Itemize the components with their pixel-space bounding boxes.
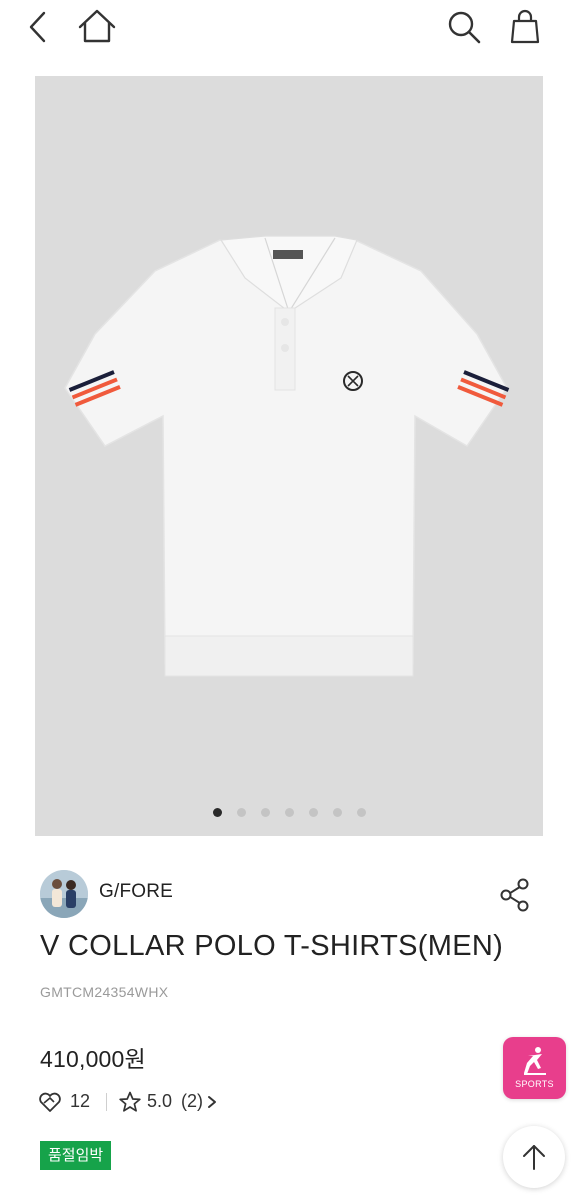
- arrow-up-icon: [523, 1145, 545, 1170]
- gallery-dot[interactable]: [261, 808, 270, 817]
- shopping-bag-icon[interactable]: [506, 8, 544, 46]
- gallery-dot[interactable]: [309, 808, 318, 817]
- sports-floating-button[interactable]: SPORTS: [503, 1037, 566, 1099]
- product-price: 410,000원: [40, 1046, 146, 1072]
- scroll-to-top-button[interactable]: [503, 1126, 565, 1188]
- product-image: [64, 235, 510, 677]
- sports-icon: [524, 1047, 546, 1075]
- product-code: GMTCM24354WHX: [40, 984, 169, 1000]
- brand-name[interactable]: G/FORE: [99, 881, 173, 903]
- gallery-dot[interactable]: [237, 808, 246, 817]
- chevron-right-icon: [207, 1095, 217, 1109]
- gallery-pagination: [0, 808, 577, 820]
- gallery-dot[interactable]: [213, 808, 222, 817]
- brand-avatar[interactable]: [40, 870, 88, 918]
- back-arrow-icon[interactable]: [24, 10, 56, 44]
- review-count: (2): [181, 1091, 203, 1111]
- share-icon[interactable]: [496, 876, 534, 914]
- like-heart-icon[interactable]: [38, 1091, 62, 1113]
- product-image-gallery[interactable]: [35, 76, 543, 836]
- top-bar: [0, 0, 577, 56]
- product-title: V COLLAR POLO T-SHIRTS(MEN): [40, 930, 504, 962]
- rating-value: 5.0: [147, 1091, 173, 1111]
- home-icon[interactable]: [76, 8, 118, 46]
- gallery-dot[interactable]: [285, 808, 294, 817]
- low-stock-badge: 품절임박: [40, 1141, 112, 1170]
- gallery-dot[interactable]: [333, 808, 342, 817]
- star-icon: [118, 1091, 142, 1113]
- sports-label: SPORTS: [515, 1079, 554, 1089]
- search-icon[interactable]: [444, 8, 484, 46]
- reviews-link[interactable]: 5.0 (2): [118, 1088, 228, 1116]
- gallery-dot[interactable]: [357, 808, 366, 817]
- stats-divider: [106, 1093, 107, 1111]
- product-detail-page: G/FORE V COLLAR POLO T-SHIRTS(MEN) GMTCM…: [0, 0, 577, 1200]
- like-count: 12: [70, 1091, 91, 1111]
